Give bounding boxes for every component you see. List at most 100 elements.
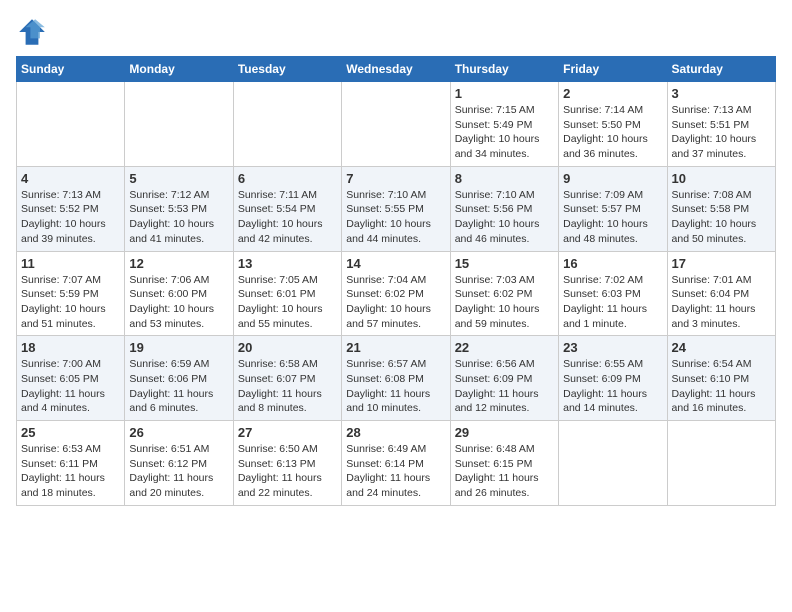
day-info: Sunrise: 6:49 AMSunset: 6:14 PMDaylight:… — [346, 442, 445, 501]
day-info: Sunrise: 7:15 AMSunset: 5:49 PMDaylight:… — [455, 103, 554, 162]
calendar-week-row: 25Sunrise: 6:53 AMSunset: 6:11 PMDayligh… — [17, 421, 776, 506]
calendar-day-cell: 2 Sunrise: 7:14 AMSunset: 5:50 PMDaylight… — [559, 82, 667, 167]
day-number: 1 — [455, 86, 554, 101]
calendar-day-cell: 13 Sunrise: 7:05 AMSunset: 6:01 PMDayligh… — [233, 251, 341, 336]
day-info: Sunrise: 7:05 AMSunset: 6:01 PMDaylight:… — [238, 273, 337, 332]
day-number: 26 — [129, 425, 228, 440]
day-info: Sunrise: 7:04 AMSunset: 6:02 PMDaylight:… — [346, 273, 445, 332]
day-info: Sunrise: 6:59 AMSunset: 6:06 PMDaylight:… — [129, 357, 228, 416]
day-info: Sunrise: 7:07 AMSunset: 5:59 PMDaylight:… — [21, 273, 120, 332]
calendar-day-cell — [17, 82, 125, 167]
calendar-day-cell: 7 Sunrise: 7:10 AMSunset: 5:55 PMDaylight… — [342, 166, 450, 251]
day-info: Sunrise: 7:10 AMSunset: 5:56 PMDaylight:… — [455, 188, 554, 247]
calendar-week-row: 11 Sunrise: 7:07 AMSunset: 5:59 PMDayligh… — [17, 251, 776, 336]
calendar-day-cell: 10Sunrise: 7:08 AMSunset: 5:58 PMDayligh… — [667, 166, 775, 251]
calendar-day-cell: 17Sunrise: 7:01 AMSunset: 6:04 PMDayligh… — [667, 251, 775, 336]
calendar-day-cell: 6 Sunrise: 7:11 AMSunset: 5:54 PMDaylight… — [233, 166, 341, 251]
calendar-week-row: 18 Sunrise: 7:00 AMSunset: 6:05 PMDayligh… — [17, 336, 776, 421]
day-info: Sunrise: 7:13 AMSunset: 5:52 PMDaylight:… — [21, 188, 120, 247]
calendar-day-cell: 20 Sunrise: 6:58 AMSunset: 6:07 PMDayligh… — [233, 336, 341, 421]
day-info: Sunrise: 6:50 AMSunset: 6:13 PMDaylight:… — [238, 442, 337, 501]
day-info: Sunrise: 6:56 AMSunset: 6:09 PMDaylight:… — [455, 357, 554, 416]
day-header-sunday: Sunday — [17, 57, 125, 82]
calendar-day-cell: 18 Sunrise: 7:00 AMSunset: 6:05 PMDayligh… — [17, 336, 125, 421]
day-info: Sunrise: 7:13 AMSunset: 5:51 PMDaylight:… — [672, 103, 771, 162]
day-info: Sunrise: 6:57 AMSunset: 6:08 PMDaylight:… — [346, 357, 445, 416]
day-info: Sunrise: 7:00 AMSunset: 6:05 PMDaylight:… — [21, 357, 120, 416]
calendar-week-row: 1 Sunrise: 7:15 AMSunset: 5:49 PMDaylight… — [17, 82, 776, 167]
calendar-day-cell: 15 Sunrise: 7:03 AMSunset: 6:02 PMDayligh… — [450, 251, 558, 336]
day-number: 22 — [455, 340, 554, 355]
day-info: Sunrise: 6:48 AMSunset: 6:15 PMDaylight:… — [455, 442, 554, 501]
calendar-day-cell: 9 Sunrise: 7:09 AMSunset: 5:57 PMDaylight… — [559, 166, 667, 251]
calendar-day-cell: 21 Sunrise: 6:57 AMSunset: 6:08 PMDayligh… — [342, 336, 450, 421]
calendar-header-row: SundayMondayTuesdayWednesdayThursdayFrid… — [17, 57, 776, 82]
day-info: Sunrise: 7:10 AMSunset: 5:55 PMDaylight:… — [346, 188, 445, 247]
day-number: 27 — [238, 425, 337, 440]
day-number: 29 — [455, 425, 554, 440]
day-number: 6 — [238, 171, 337, 186]
day-number: 19 — [129, 340, 228, 355]
day-number: 9 — [563, 171, 662, 186]
calendar-day-cell — [233, 82, 341, 167]
calendar-day-cell: 27 Sunrise: 6:50 AMSunset: 6:13 PMDayligh… — [233, 421, 341, 506]
day-number: 4 — [21, 171, 120, 186]
day-info: Sunrise: 7:14 AMSunset: 5:50 PMDaylight:… — [563, 103, 662, 162]
calendar-day-cell: 14 Sunrise: 7:04 AMSunset: 6:02 PMDayligh… — [342, 251, 450, 336]
day-number: 28 — [346, 425, 445, 440]
calendar-day-cell — [342, 82, 450, 167]
page-header — [16, 16, 776, 48]
day-info: Sunrise: 7:03 AMSunset: 6:02 PMDaylight:… — [455, 273, 554, 332]
day-header-friday: Friday — [559, 57, 667, 82]
calendar-day-cell: 19 Sunrise: 6:59 AMSunset: 6:06 PMDayligh… — [125, 336, 233, 421]
day-header-saturday: Saturday — [667, 57, 775, 82]
day-number: 3 — [672, 86, 771, 101]
day-number: 23 — [563, 340, 662, 355]
day-number: 16 — [563, 256, 662, 271]
day-info: Sunrise: 7:06 AMSunset: 6:00 PMDaylight:… — [129, 273, 228, 332]
day-header-monday: Monday — [125, 57, 233, 82]
logo-icon — [16, 16, 48, 48]
calendar-day-cell: 24 Sunrise: 6:54 AMSunset: 6:10 PMDayligh… — [667, 336, 775, 421]
calendar-day-cell: 22 Sunrise: 6:56 AMSunset: 6:09 PMDayligh… — [450, 336, 558, 421]
calendar-day-cell: 12 Sunrise: 7:06 AMSunset: 6:00 PMDayligh… — [125, 251, 233, 336]
day-number: 21 — [346, 340, 445, 355]
day-info: Sunrise: 6:55 AMSunset: 6:09 PMDaylight:… — [563, 357, 662, 416]
day-number: 13 — [238, 256, 337, 271]
day-info: Sunrise: 7:09 AMSunset: 5:57 PMDaylight:… — [563, 188, 662, 247]
calendar-day-cell: 16 Sunrise: 7:02 AMSunset: 6:03 PMDayligh… — [559, 251, 667, 336]
day-number: 20 — [238, 340, 337, 355]
calendar-day-cell: 25Sunrise: 6:53 AMSunset: 6:11 PMDayligh… — [17, 421, 125, 506]
calendar-day-cell: 8 Sunrise: 7:10 AMSunset: 5:56 PMDaylight… — [450, 166, 558, 251]
calendar-day-cell: 11 Sunrise: 7:07 AMSunset: 5:59 PMDayligh… — [17, 251, 125, 336]
day-info: Sunrise: 6:54 AMSunset: 6:10 PMDaylight:… — [672, 357, 771, 416]
day-number: 18 — [21, 340, 120, 355]
calendar-table: SundayMondayTuesdayWednesdayThursdayFrid… — [16, 56, 776, 506]
day-info: Sunrise: 7:11 AMSunset: 5:54 PMDaylight:… — [238, 188, 337, 247]
day-number: 17 — [672, 256, 771, 271]
day-number: 7 — [346, 171, 445, 186]
day-number: 15 — [455, 256, 554, 271]
calendar-day-cell: 23 Sunrise: 6:55 AMSunset: 6:09 PMDayligh… — [559, 336, 667, 421]
logo — [16, 16, 52, 48]
day-number: 24 — [672, 340, 771, 355]
day-info: Sunrise: 6:53 AMSunset: 6:11 PMDaylight:… — [21, 442, 120, 501]
day-number: 14 — [346, 256, 445, 271]
day-number: 8 — [455, 171, 554, 186]
calendar-day-cell — [667, 421, 775, 506]
calendar-week-row: 4 Sunrise: 7:13 AMSunset: 5:52 PMDaylight… — [17, 166, 776, 251]
day-number: 10 — [672, 171, 771, 186]
calendar-day-cell: 26 Sunrise: 6:51 AMSunset: 6:12 PMDayligh… — [125, 421, 233, 506]
day-info: Sunrise: 7:12 AMSunset: 5:53 PMDaylight:… — [129, 188, 228, 247]
day-number: 2 — [563, 86, 662, 101]
calendar-day-cell — [125, 82, 233, 167]
day-header-thursday: Thursday — [450, 57, 558, 82]
day-info: Sunrise: 6:58 AMSunset: 6:07 PMDaylight:… — [238, 357, 337, 416]
day-info: Sunrise: 7:02 AMSunset: 6:03 PMDaylight:… — [563, 273, 662, 332]
day-info: Sunrise: 6:51 AMSunset: 6:12 PMDaylight:… — [129, 442, 228, 501]
day-number: 5 — [129, 171, 228, 186]
day-number: 11 — [21, 256, 120, 271]
day-number: 12 — [129, 256, 228, 271]
calendar-day-cell: 28 Sunrise: 6:49 AMSunset: 6:14 PMDayligh… — [342, 421, 450, 506]
calendar-day-cell: 3 Sunrise: 7:13 AMSunset: 5:51 PMDaylight… — [667, 82, 775, 167]
